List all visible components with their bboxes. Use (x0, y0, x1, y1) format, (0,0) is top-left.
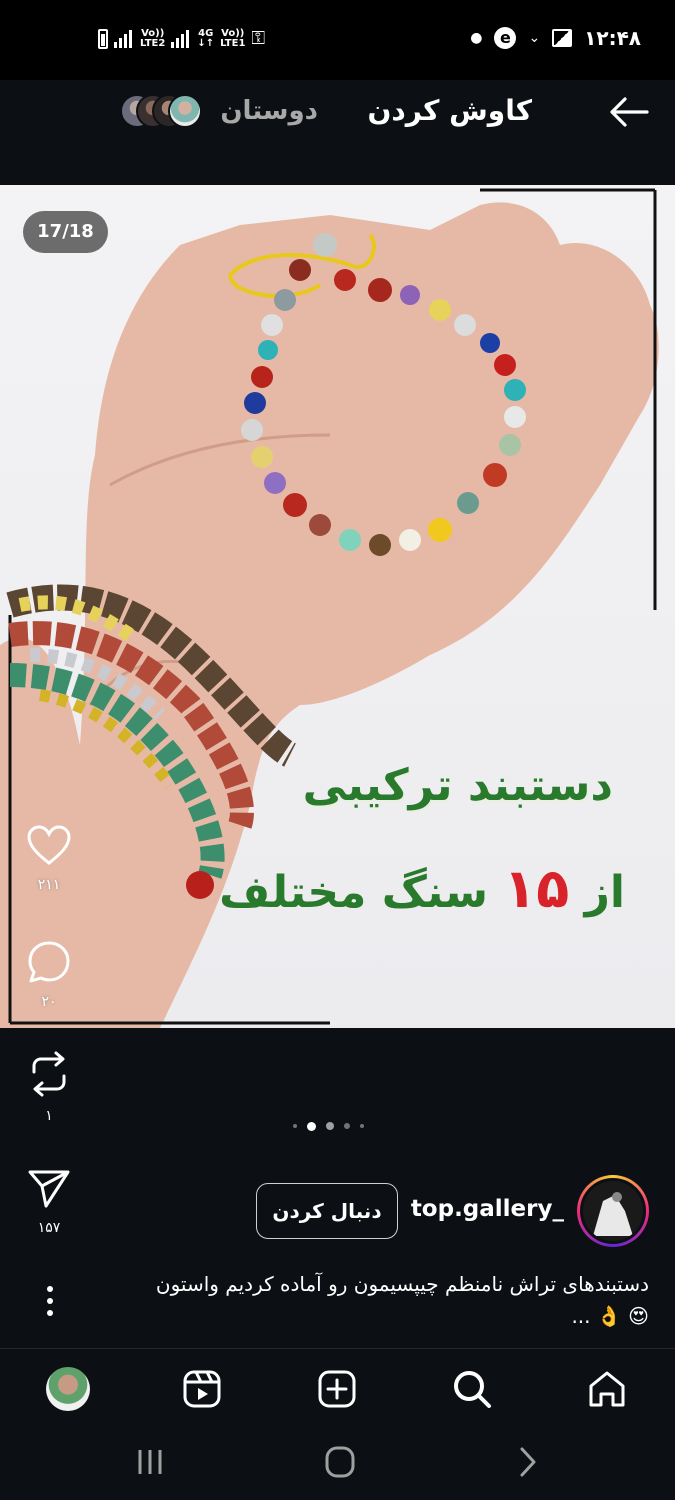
back-arrow-icon[interactable] (607, 94, 651, 130)
notification-dot-icon: ● (470, 30, 483, 46)
search-icon (454, 1371, 491, 1408)
nav-home[interactable] (583, 1365, 631, 1413)
friends-tab[interactable]: دوستان (220, 96, 318, 126)
carousel-counter: 17/18 (23, 211, 108, 253)
overlay-prefix: از (584, 867, 625, 918)
friends-avatars[interactable] (120, 94, 204, 130)
top-header: کاوش کردن دوستان (0, 80, 675, 185)
share-action[interactable]: ۱۵۷ (24, 1168, 74, 1236)
overlay-title: دستبند ترکیبی (302, 760, 613, 811)
status-bar: Vo)) LTE2 4G ↓↑ Vo)) LTE1 ⚿ ● e ⌄ ۱۲:۴۸ (0, 0, 675, 80)
edge-browser-icon: e (494, 27, 517, 49)
post-caption[interactable]: دستبندهای تراش نامنظم چیپسیمون رو آماده … (89, 1268, 649, 1332)
overlay-subtitle: از ۱۵ سنگ مختلف (219, 857, 625, 920)
comment-count: ۲۰ (41, 994, 57, 1010)
avatar-photo (583, 1181, 643, 1241)
home-icon (589, 1371, 625, 1407)
comment-icon[interactable] (26, 940, 72, 984)
avatar (168, 94, 202, 128)
home-button-icon[interactable] (320, 1444, 360, 1480)
carousel-dot (326, 1122, 334, 1130)
post-image[interactable]: 17/18 دستبند ترکیبی از ۱۵ سنگ مختلف (0, 185, 675, 1028)
repost-icon[interactable] (26, 1050, 72, 1098)
reels-icon (183, 1370, 221, 1408)
recent-apps-icon[interactable] (130, 1444, 170, 1480)
clock-time: ۱۲:۴۸ (584, 26, 641, 50)
wifi-down-icon: ⌄ (528, 30, 541, 46)
author-avatar[interactable] (577, 1175, 649, 1247)
status-left: Vo)) LTE2 4G ↓↑ Vo)) LTE1 ⚿ (98, 28, 265, 49)
heart-icon[interactable] (26, 825, 72, 867)
vpn-key-icon: ⚿ (251, 28, 266, 49)
battery-icon (98, 28, 108, 49)
send-icon[interactable] (26, 1168, 72, 1210)
signal-icon (114, 29, 134, 48)
carousel-dot (344, 1123, 350, 1129)
more-options-icon[interactable] (40, 1284, 60, 1318)
caption-line: دستبندهای تراش نامنظم چیپسیمون رو آماده … (155, 1272, 649, 1296)
system-nav (0, 1428, 675, 1500)
back-button-icon[interactable] (508, 1444, 548, 1480)
profile-avatar (46, 1367, 90, 1411)
author-avatar-image (580, 1178, 646, 1244)
comment-action[interactable]: ۲۰ (24, 940, 74, 1010)
nav-search[interactable] (448, 1365, 496, 1413)
overlay-number: ۱۵ (503, 857, 570, 920)
nav-profile[interactable] (44, 1365, 92, 1413)
nav-create[interactable] (313, 1365, 361, 1413)
caption-line: 😍 👌 ... (571, 1304, 649, 1328)
network-4g-label: 4G ↓↑ (197, 27, 215, 49)
page-title: کاوش کردن (367, 94, 532, 127)
lte2-label: Vo)) LTE2 (140, 27, 166, 49)
signal-icon (171, 29, 191, 48)
carousel-dot (360, 1124, 364, 1128)
bottom-nav (0, 1348, 675, 1428)
repost-action[interactable]: ۱ (24, 1050, 74, 1124)
carousel-dots (293, 1120, 383, 1132)
share-count: ۱۵۷ (37, 1220, 61, 1236)
carousel-dot-active (307, 1121, 316, 1131)
repost-count: ۱ (45, 1108, 53, 1124)
follow-button[interactable]: دنبال کردن (256, 1183, 398, 1239)
like-action[interactable]: ۲۱۱ (24, 825, 74, 893)
gallery-icon (552, 29, 573, 47)
like-count: ۲۱۱ (37, 877, 61, 893)
author-username[interactable]: top.gallery_ (411, 1196, 564, 1222)
carousel-dot (293, 1124, 297, 1128)
add-post-icon (318, 1370, 356, 1408)
overlay-suffix: سنگ مختلف (219, 867, 488, 918)
status-right: ● e ⌄ ۱۲:۴۸ (470, 26, 641, 50)
lte1-label: Vo)) LTE1 (220, 27, 246, 49)
nav-reels[interactable] (178, 1365, 226, 1413)
